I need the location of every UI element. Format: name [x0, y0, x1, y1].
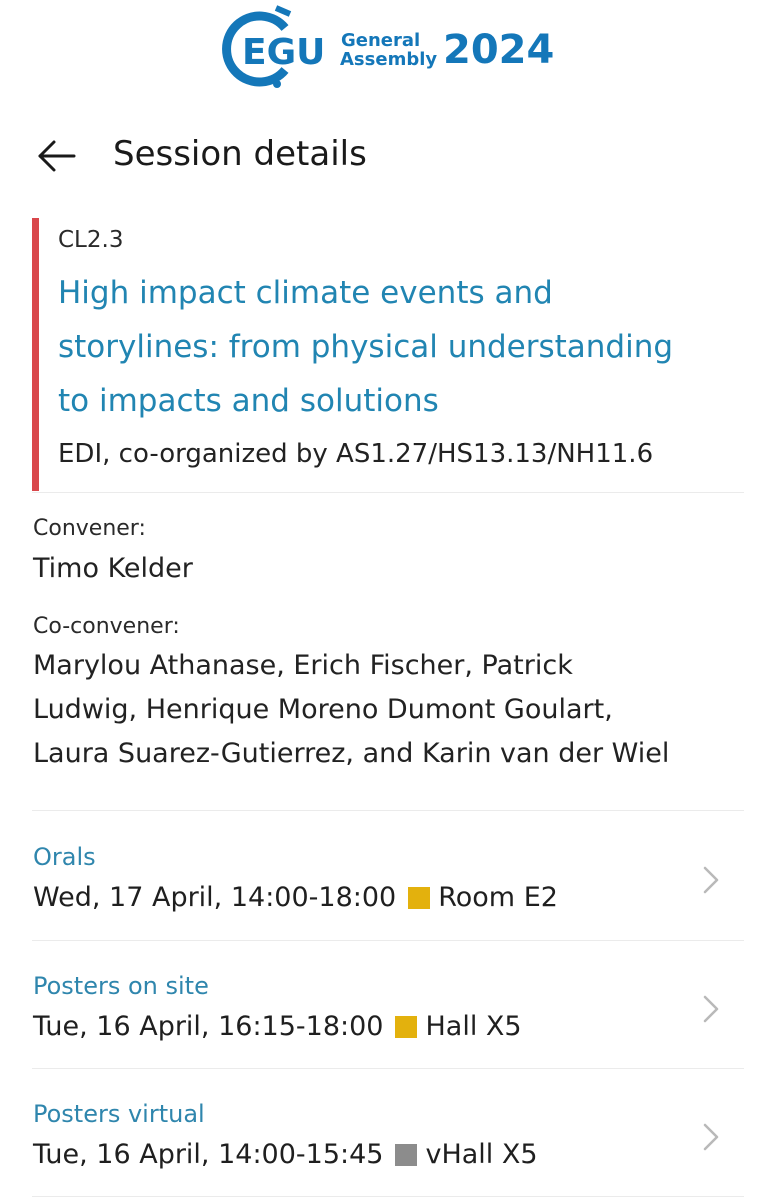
schedule-time-room: Tue, 16 April, 14:00-15:45 vHall X5 [33, 1137, 538, 1173]
divider [32, 1068, 744, 1069]
room-color-marker [395, 1016, 418, 1038]
convener-names: Timo Kelder [33, 553, 193, 584]
coconvener-label: Co-convener: [33, 614, 180, 639]
schedule-time: Tue, 16 April, 16:15-18:00 [33, 1011, 384, 1042]
schedule-row-posters-virtual[interactable]: Posters virtual Tue, 16 April, 14:00-15:… [33, 1099, 745, 1199]
schedule-type: Posters on site [33, 972, 209, 1000]
session-title: High impact climate events and storyline… [58, 275, 674, 419]
coconvener-names: Marylou Athanase, Erich Fischer, Patrick… [33, 650, 670, 769]
session-code: CL2.3 [58, 227, 124, 253]
logo-letters: EGU [242, 32, 325, 73]
logo-year: 2024 [443, 27, 554, 73]
schedule-room: Room E2 [438, 882, 558, 913]
egu-logo-graphic: EGU General Assembly 2024 [222, 5, 554, 88]
session-summary: CL2.3 High impact climate events and sto… [32, 218, 752, 491]
arrow-left-icon [38, 140, 76, 172]
egu-logo: EGU General Assembly 2024 [0, 0, 776, 100]
schedule-room: Hall X5 [425, 1011, 522, 1042]
schedule-type: Orals [33, 843, 96, 871]
chevron-right-icon [703, 995, 719, 1023]
schedule-time: Tue, 16 April, 14:00-15:45 [33, 1139, 384, 1170]
divider [32, 810, 744, 811]
logo-line1: General [341, 30, 420, 51]
divider [32, 492, 744, 493]
session-accent-bar [32, 218, 39, 491]
chevron-right-icon [703, 866, 719, 894]
page-title: Session details [113, 134, 367, 174]
schedule-time: Wed, 17 April, 14:00-18:00 [33, 882, 397, 913]
schedule-row-orals[interactable]: Orals Wed, 17 April, 14:00-18:00 Room E2 [33, 842, 745, 942]
schedule-time-room: Tue, 16 April, 16:15-18:00 Hall X5 [33, 1009, 522, 1045]
schedule-type: Posters virtual [33, 1100, 205, 1128]
convener-label: Convener: [33, 516, 146, 541]
logo-line2: Assembly [340, 49, 437, 70]
page-header: Session details [0, 120, 776, 190]
divider [32, 1196, 744, 1197]
room-color-marker [408, 887, 431, 909]
room-color-marker [395, 1144, 418, 1166]
schedule-room: vHall X5 [425, 1139, 538, 1170]
session-organizer: EDI, co-organized by AS1.27/HS13.13/NH11… [58, 439, 654, 469]
chevron-right-icon [703, 1123, 719, 1151]
divider [32, 940, 744, 941]
back-button[interactable] [36, 136, 78, 176]
schedule-time-room: Wed, 17 April, 14:00-18:00 Room E2 [33, 880, 558, 916]
schedule-row-posters-on-site[interactable]: Posters on site Tue, 16 April, 16:15-18:… [33, 971, 745, 1071]
